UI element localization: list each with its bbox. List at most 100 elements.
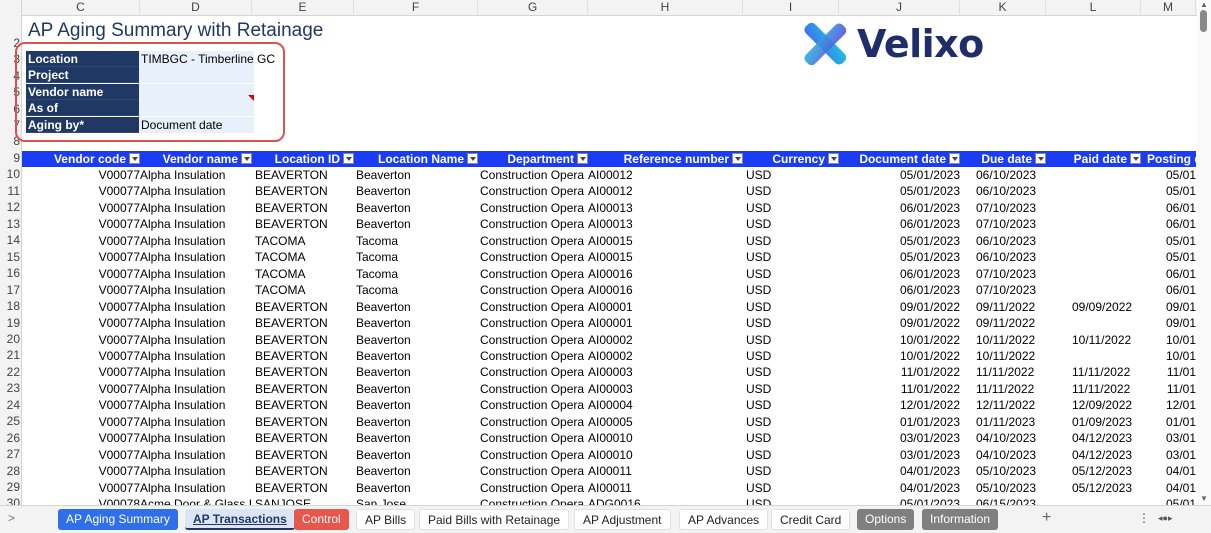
cell-location-name[interactable]: Beaverton — [356, 200, 478, 216]
cell-reference-number[interactable]: AI00003 — [588, 364, 743, 380]
row-number[interactable]: 9 — [0, 151, 20, 165]
cell-posting-date[interactable]: 09/01 — [1141, 315, 1196, 331]
cell-posting-date[interactable]: 05/01 — [1141, 233, 1196, 249]
cell-document-date[interactable]: 05/01/2023 — [839, 183, 960, 199]
cell-department[interactable]: Construction Opera — [480, 233, 588, 249]
cell-posting-date[interactable]: 11/01 — [1141, 364, 1196, 380]
cell-due-date[interactable]: 12/11/2022 — [976, 397, 1046, 413]
cell-due-date[interactable]: 04/10/2023 — [976, 430, 1046, 446]
cell-vendor-code[interactable]: V00077 — [22, 183, 140, 199]
cell-due-date[interactable]: 06/15/2023 — [976, 496, 1046, 505]
cell-posting-date[interactable]: 12/01 — [1141, 397, 1196, 413]
cell-location-id[interactable]: BEAVERTON — [255, 183, 354, 199]
cell-vendor-code[interactable]: V00077 — [22, 463, 140, 479]
cell-paid-date[interactable] — [1072, 496, 1141, 505]
cell-posting-date[interactable]: 03/01 — [1141, 447, 1196, 463]
cell-vendor-name[interactable]: Alpha Insulation — [140, 480, 252, 496]
cell-posting-date[interactable]: 04/01 — [1141, 480, 1196, 496]
cell-due-date[interactable]: 07/10/2023 — [976, 200, 1046, 216]
cell-posting-date[interactable]: 06/01 — [1141, 282, 1196, 298]
cell-department[interactable]: Construction Opera — [480, 200, 588, 216]
column-header-d[interactable]: D — [140, 0, 252, 16]
cell-currency[interactable]: USD — [746, 447, 839, 463]
cell-currency[interactable]: USD — [746, 381, 839, 397]
row-number[interactable]: 30 — [0, 496, 20, 505]
header-location-id[interactable]: Location ID — [252, 151, 354, 167]
cell-document-date[interactable]: 10/01/2022 — [839, 348, 960, 364]
cell-vendor-code[interactable]: V00077 — [22, 282, 140, 298]
cell-currency[interactable]: USD — [746, 414, 839, 430]
cell-document-date[interactable]: 11/01/2022 — [839, 364, 960, 380]
cell-location-name[interactable]: Beaverton — [356, 299, 478, 315]
cell-location-name[interactable]: Tacoma — [356, 249, 478, 265]
cell-document-date[interactable]: 05/01/2023 — [839, 249, 960, 265]
cell-vendor-name[interactable]: Alpha Insulation — [140, 447, 252, 463]
cell-vendor-name[interactable]: Alpha Insulation — [140, 167, 252, 183]
cell-vendor-name[interactable]: Alpha Insulation — [140, 397, 252, 413]
cell-posting-date[interactable]: 05/01 — [1141, 167, 1196, 183]
filter-dropdown-icon[interactable] — [241, 153, 252, 165]
filter-dropdown-icon[interactable] — [1035, 153, 1046, 165]
cell-reference-number[interactable]: AI00015 — [588, 233, 743, 249]
cell-due-date[interactable]: 06/10/2023 — [976, 183, 1046, 199]
filter-dropdown-icon[interactable] — [1130, 153, 1141, 165]
tab-control[interactable]: Control — [294, 509, 349, 530]
cell-document-date[interactable]: 04/01/2023 — [839, 463, 960, 479]
add-sheet-icon[interactable]: + — [1042, 509, 1051, 527]
cell-vendor-name[interactable]: Alpha Insulation — [140, 414, 252, 430]
cell-location-name[interactable]: Beaverton — [356, 414, 478, 430]
cell-vendor-name[interactable]: Alpha Insulation — [140, 430, 252, 446]
column-header-g[interactable]: G — [478, 0, 588, 16]
cell-vendor-name[interactable]: Alpha Insulation — [140, 183, 252, 199]
cell-reference-number[interactable]: AI00010 — [588, 430, 743, 446]
cell-vendor-code[interactable]: V00077 — [22, 414, 140, 430]
cell-paid-date[interactable]: 05/12/2023 — [1072, 480, 1141, 496]
cell-paid-date[interactable] — [1072, 216, 1141, 232]
cell-vendor-code[interactable]: V00077 — [22, 299, 140, 315]
cell-due-date[interactable]: 06/10/2023 — [976, 233, 1046, 249]
cell-paid-date[interactable] — [1072, 348, 1141, 364]
cell-posting-date[interactable]: 10/01 — [1141, 348, 1196, 364]
cell-department[interactable]: Construction Opera — [480, 216, 588, 232]
tab-ap-aging-summary[interactable]: AP Aging Summary — [58, 509, 178, 530]
cell-location-id[interactable]: BEAVERTON — [255, 381, 354, 397]
column-header-f[interactable]: F — [354, 0, 478, 16]
header-vendor-name[interactable]: Vendor name — [140, 151, 252, 167]
cell-posting-date[interactable]: 05/01 — [1141, 496, 1196, 505]
cell-currency[interactable]: USD — [746, 463, 839, 479]
filter-dropdown-icon[interactable] — [949, 153, 960, 165]
cell-department[interactable]: Construction Opera — [480, 480, 588, 496]
cell-reference-number[interactable]: AI00005 — [588, 414, 743, 430]
cell-location-name[interactable]: Tacoma — [356, 266, 478, 282]
cell-vendor-name[interactable]: Alpha Insulation — [140, 266, 252, 282]
cell-currency[interactable]: USD — [746, 233, 839, 249]
cell-vendor-code[interactable]: V00077 — [22, 430, 140, 446]
filter-dropdown-icon[interactable] — [828, 153, 839, 165]
cell-reference-number[interactable]: AI00002 — [588, 332, 743, 348]
scroll-up-icon[interactable]: ▲ — [1200, 0, 1208, 9]
row-number[interactable]: 25 — [0, 414, 20, 428]
cell-department[interactable]: Construction Opera — [480, 183, 588, 199]
tab-paid-bills-with-retainage[interactable]: Paid Bills with Retainage — [419, 509, 570, 530]
row-number[interactable]: 12 — [0, 200, 20, 214]
cell-department[interactable]: Construction Opera — [480, 249, 588, 265]
cell-paid-date[interactable]: 12/09/2022 — [1072, 397, 1141, 413]
cell-vendor-name[interactable]: Alpha Insulation — [140, 348, 252, 364]
scroll-down-icon[interactable]: ▼ — [1200, 494, 1208, 503]
cell-department[interactable]: Construction Opera — [480, 282, 588, 298]
filter-dropdown-icon[interactable] — [467, 153, 478, 165]
cell-department[interactable]: Construction Opera — [480, 381, 588, 397]
cell-reference-number[interactable]: AI00002 — [588, 348, 743, 364]
filter-dropdown-icon[interactable] — [129, 153, 140, 165]
cell-vendor-code[interactable]: V00077 — [22, 480, 140, 496]
cell-reference-number[interactable]: AI00012 — [588, 167, 743, 183]
row-number[interactable]: 21 — [0, 348, 20, 362]
cell-due-date[interactable]: 09/11/2022 — [976, 315, 1046, 331]
row-number[interactable]: 11 — [0, 184, 20, 198]
cell-department[interactable]: Construction Opera — [480, 414, 588, 430]
cell-vendor-name[interactable]: Alpha Insulation — [140, 299, 252, 315]
cell-paid-date[interactable]: 11/11/2022 — [1072, 364, 1141, 380]
cell-posting-date[interactable]: 10/01 — [1141, 332, 1196, 348]
cell-reference-number[interactable]: ADG0016 — [588, 496, 743, 505]
select-all-corner[interactable] — [0, 0, 22, 16]
